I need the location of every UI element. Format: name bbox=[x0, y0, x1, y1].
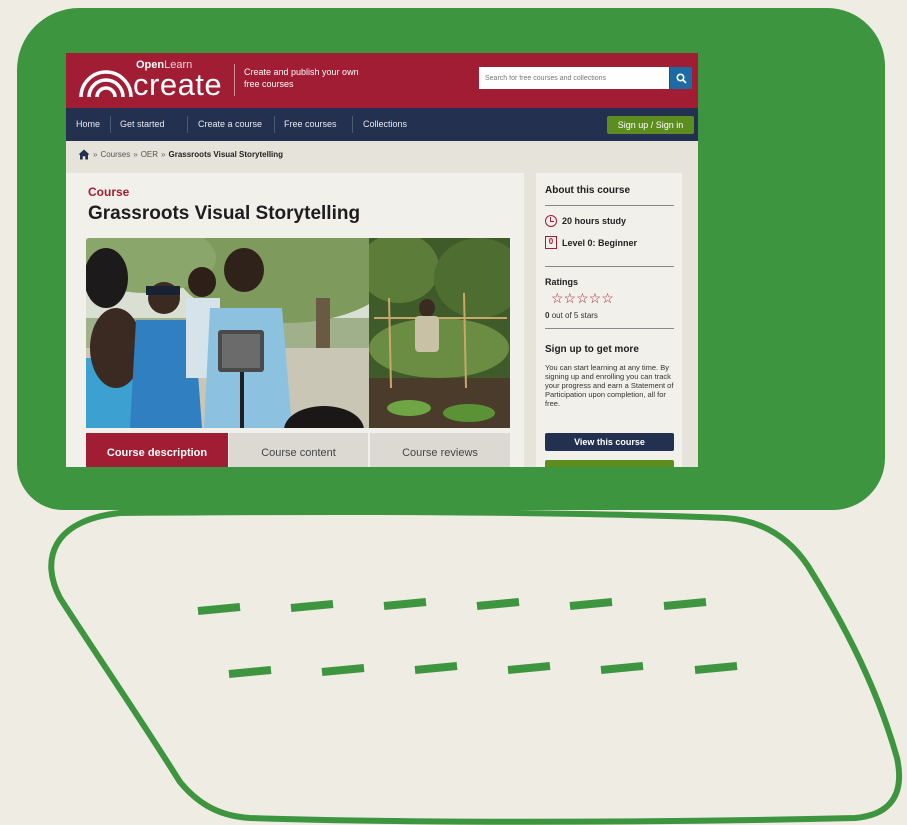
nav-collections[interactable]: Collections bbox=[363, 108, 407, 141]
level-icon: 0 bbox=[545, 236, 557, 249]
clock-icon bbox=[545, 215, 557, 227]
breadcrumb-separator: » bbox=[161, 149, 166, 159]
sidebar-divider bbox=[545, 266, 674, 267]
course-main-panel: Course Grassroots Visual Storytelling Co… bbox=[66, 173, 524, 467]
course-sidebar: About this course 20 hours study 0 Level… bbox=[536, 173, 682, 467]
brand-create[interactable]: create bbox=[133, 67, 222, 103]
tab-course-description[interactable]: Course description bbox=[86, 433, 228, 467]
study-time-text: 20 hours study bbox=[562, 216, 627, 226]
rating-stars-icon[interactable]: ☆☆☆☆☆ bbox=[551, 290, 614, 307]
rating-text: out of 5 stars bbox=[551, 311, 598, 320]
nav-divider bbox=[352, 116, 353, 133]
header-divider bbox=[234, 64, 235, 96]
nav-get-started[interactable]: Get started bbox=[120, 108, 165, 141]
nav-free-courses[interactable]: Free courses bbox=[284, 108, 337, 141]
nav-create-a-course[interactable]: Create a course bbox=[198, 108, 262, 141]
nav-divider bbox=[110, 116, 111, 133]
level-row: 0 Level 0: Beginner bbox=[545, 236, 637, 249]
about-course-heading: About this course bbox=[545, 185, 631, 196]
nav-home[interactable]: Home bbox=[76, 108, 100, 141]
level-text: Level 0: Beginner bbox=[562, 237, 638, 248]
search-icon bbox=[675, 72, 687, 84]
enrol-button[interactable] bbox=[545, 460, 674, 467]
rating-value: 0 bbox=[545, 311, 550, 320]
breadcrumb-courses[interactable]: Courses bbox=[100, 150, 130, 159]
header-tagline: Create and publish your own free courses bbox=[244, 67, 359, 89]
home-icon[interactable] bbox=[78, 149, 90, 160]
view-course-button[interactable]: View this course bbox=[545, 433, 674, 451]
study-time-row: 20 hours study bbox=[545, 215, 626, 227]
laptop-screen: OpenLearn create Create and publish your… bbox=[66, 53, 698, 467]
breadcrumb-oer[interactable]: OER bbox=[141, 150, 158, 159]
course-tabs: Course description Course content Course… bbox=[86, 433, 510, 467]
signup-heading: Sign up to get more bbox=[545, 344, 639, 355]
openlearn-arcs-logo-icon bbox=[79, 70, 133, 98]
breadcrumb: » Courses » OER » Grassroots Visual Stor… bbox=[78, 147, 283, 161]
search-input[interactable] bbox=[479, 67, 669, 89]
search-button[interactable] bbox=[670, 67, 692, 89]
breadcrumb-separator: » bbox=[133, 149, 138, 159]
course-photo-garden bbox=[369, 238, 510, 428]
nav-divider bbox=[187, 116, 188, 133]
signup-description: You can start learning at any time. By s… bbox=[545, 363, 674, 408]
course-title: Grassroots Visual Storytelling bbox=[88, 203, 361, 224]
site-header: OpenLearn create Create and publish your… bbox=[66, 53, 698, 108]
main-nav: Home Get started Create a course Free co… bbox=[66, 108, 698, 141]
ratings-heading: Ratings bbox=[545, 277, 579, 287]
breadcrumb-current: Grassroots Visual Storytelling bbox=[168, 149, 284, 159]
sign-in-button[interactable]: Sign up / Sign in bbox=[607, 116, 694, 134]
tab-course-reviews[interactable]: Course reviews bbox=[370, 433, 510, 467]
rating-summary: 0 out of 5 stars bbox=[545, 311, 598, 320]
nav-divider bbox=[274, 116, 275, 133]
sidebar-divider bbox=[545, 205, 674, 206]
breadcrumb-separator: » bbox=[93, 149, 98, 159]
course-kicker: Course bbox=[88, 185, 130, 199]
tab-course-content[interactable]: Course content bbox=[229, 433, 368, 467]
sidebar-divider bbox=[545, 328, 674, 329]
course-photo-filming bbox=[86, 238, 370, 428]
